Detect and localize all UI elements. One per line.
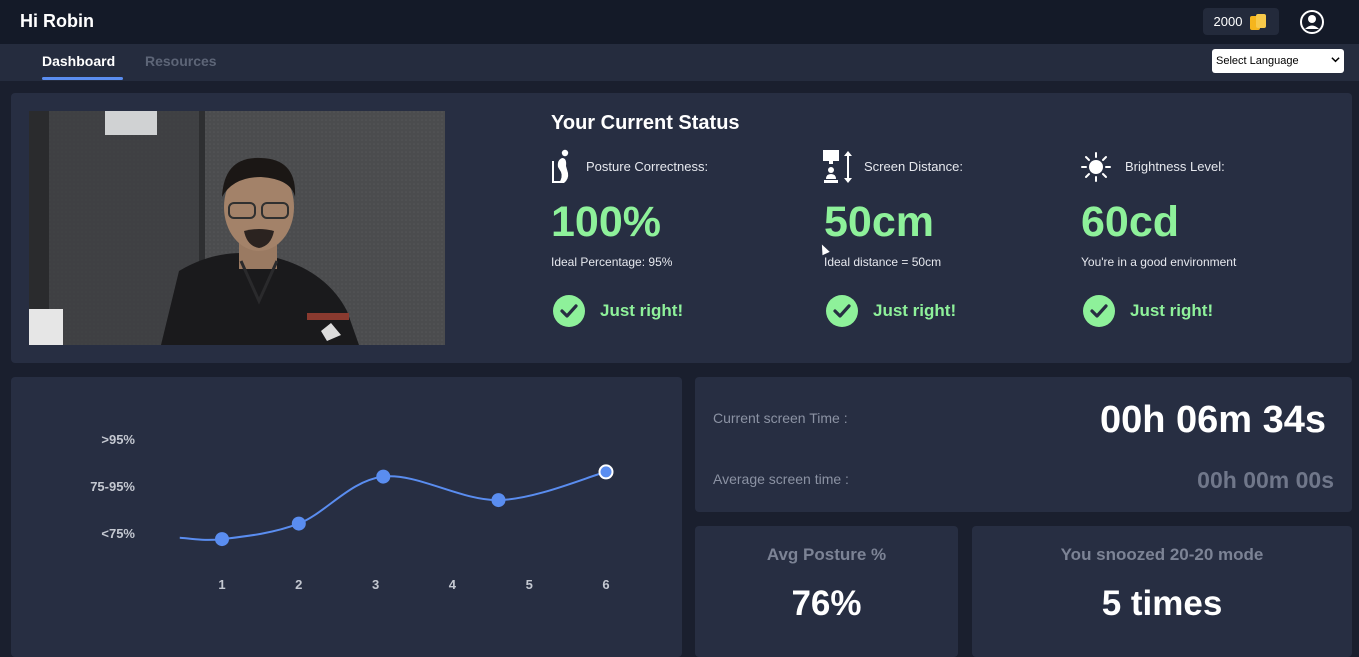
x-tick-label: 6 bbox=[602, 577, 609, 592]
chart-point[interactable] bbox=[598, 464, 614, 480]
language-select-value: Select Language bbox=[1216, 55, 1299, 67]
brightness-value: 60cd bbox=[1081, 198, 1180, 246]
posture-value: 100% bbox=[551, 198, 661, 246]
x-tick-label: 4 bbox=[449, 577, 457, 592]
sun-icon bbox=[1080, 149, 1111, 185]
language-select[interactable]: Select Language bbox=[1212, 49, 1344, 73]
y-tick-label: <75% bbox=[101, 526, 135, 541]
profile-icon[interactable] bbox=[1298, 8, 1326, 36]
tab-dashboard[interactable]: Dashboard bbox=[42, 53, 115, 69]
chart-point[interactable] bbox=[215, 532, 229, 547]
top-bar: Hi Robin 2000 bbox=[0, 0, 1359, 44]
y-tick-label: 75-95% bbox=[90, 479, 135, 494]
webcam-feed bbox=[29, 111, 445, 345]
coins-icon bbox=[1250, 13, 1268, 30]
tab-resources[interactable]: Resources bbox=[145, 53, 217, 69]
distance-value: 50cm bbox=[824, 198, 934, 246]
chart-point[interactable] bbox=[376, 469, 391, 484]
x-tick-label: 2 bbox=[295, 577, 302, 592]
average-screen-time-label: Average screen time : bbox=[713, 471, 849, 487]
brightness-label: Brightness Level: bbox=[1125, 159, 1225, 174]
check-icon bbox=[826, 295, 858, 327]
active-tab-indicator bbox=[42, 77, 123, 80]
posture-chart-panel: <75% 75-95% >95% 1 2 3 4 5 6 bbox=[11, 377, 682, 657]
posture-label: Posture Correctness: bbox=[586, 159, 709, 174]
average-screen-time-value: 00h 00m 00s bbox=[1197, 467, 1334, 493]
check-icon bbox=[553, 295, 585, 327]
y-tick-label: >95% bbox=[101, 432, 135, 447]
x-tick-label: 5 bbox=[526, 577, 533, 592]
avg-posture-value: 76% bbox=[791, 584, 862, 623]
coin-count: 2000 bbox=[1213, 14, 1243, 29]
brightness-sub: You're in a good environment bbox=[1081, 255, 1237, 269]
snooze-value: 5 times bbox=[1101, 584, 1223, 623]
chart-point[interactable] bbox=[291, 516, 306, 531]
screen-distance-icon bbox=[822, 149, 852, 185]
posture-ideal: Ideal Percentage: 95% bbox=[551, 255, 673, 269]
posture-result: Just right! bbox=[600, 301, 684, 320]
current-screen-time-label: Current screen Time : bbox=[713, 410, 848, 426]
greeting: Hi Robin bbox=[20, 11, 94, 31]
distance-ideal: Ideal distance = 50cm bbox=[824, 255, 942, 269]
x-tick-label: 1 bbox=[218, 577, 225, 592]
check-icon bbox=[1083, 295, 1115, 327]
status-title: Your Current Status bbox=[551, 112, 740, 134]
posture-chart: <75% 75-95% >95% 1 2 3 4 5 6 bbox=[90, 432, 614, 592]
chart-point[interactable] bbox=[491, 493, 506, 508]
current-screen-time-value: 00h 06m 34s bbox=[1099, 399, 1326, 441]
brightness-result: Just right! bbox=[1130, 301, 1214, 320]
snooze-title: You snoozed 20-20 mode bbox=[1060, 545, 1264, 564]
avg-posture-title: Avg Posture % bbox=[766, 545, 887, 564]
posture-series-line bbox=[179, 470, 607, 541]
chevron-down-icon bbox=[1331, 55, 1340, 67]
coin-balance[interactable]: 2000 bbox=[1203, 8, 1279, 35]
posture-icon bbox=[549, 149, 579, 185]
screen-time-panel: Current screen Time : 00h 06m 34s Averag… bbox=[695, 377, 1352, 512]
avg-posture-card: Avg Posture % 76% bbox=[695, 526, 958, 657]
distance-label: Screen Distance: bbox=[864, 159, 963, 174]
snooze-card: You snoozed 20-20 mode 5 times bbox=[972, 526, 1352, 657]
nav-bar: Dashboard Resources bbox=[0, 44, 1359, 81]
distance-result: Just right! bbox=[873, 301, 957, 320]
x-tick-label: 3 bbox=[372, 577, 379, 592]
